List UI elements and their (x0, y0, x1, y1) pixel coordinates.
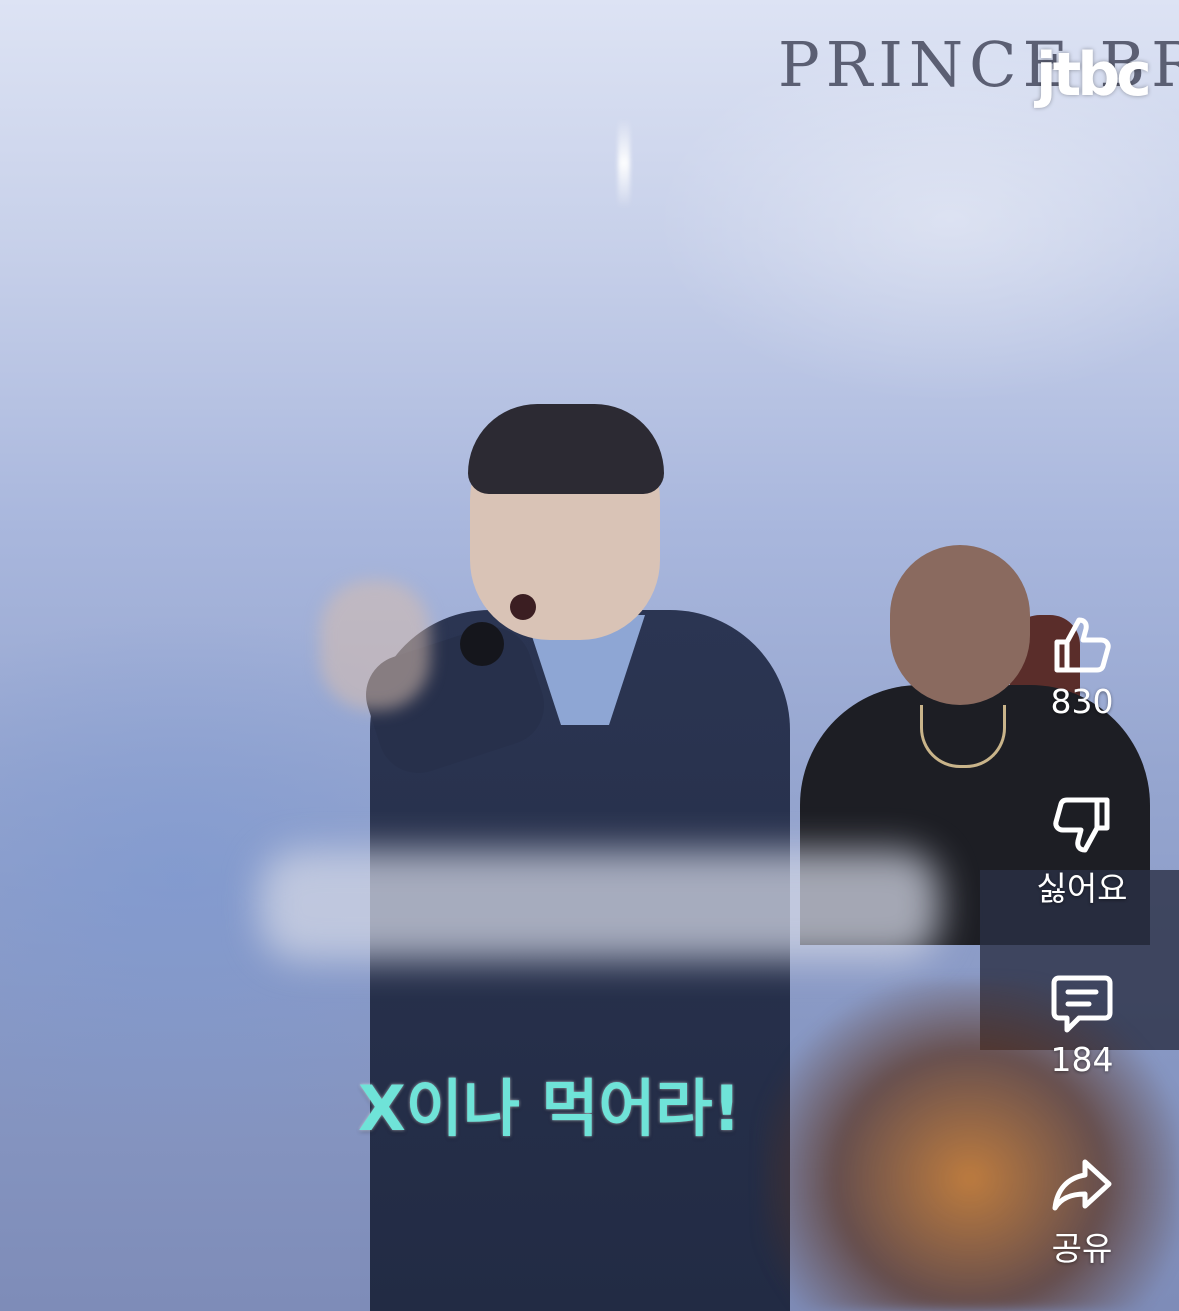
video-caption: X이나 먹어라! (358, 1072, 741, 1145)
like-count: 830 (1050, 682, 1114, 721)
video-player[interactable]: PRINCE BR jtbc X이나 먹어라! (0, 0, 1179, 1311)
dislike-label: 싫어요 (1036, 869, 1128, 908)
share-icon (1052, 1159, 1112, 1211)
share-button[interactable]: 공유 (1020, 1152, 1144, 1270)
comment-count: 184 (1050, 1040, 1114, 1079)
blurred-region (260, 850, 940, 960)
dislike-button[interactable]: 싫어요 (1020, 792, 1144, 910)
comments-button[interactable]: 184 (1020, 970, 1144, 1079)
like-button[interactable]: 830 (1020, 612, 1144, 721)
thumbs-down-icon (1053, 797, 1110, 853)
stage-light (618, 118, 630, 208)
comment-icon (1051, 975, 1113, 1033)
microphone (460, 622, 504, 666)
thumbs-up-icon (1054, 617, 1111, 673)
share-label: 공유 (1051, 1229, 1113, 1268)
channel-logo: jtbc (1036, 40, 1152, 110)
